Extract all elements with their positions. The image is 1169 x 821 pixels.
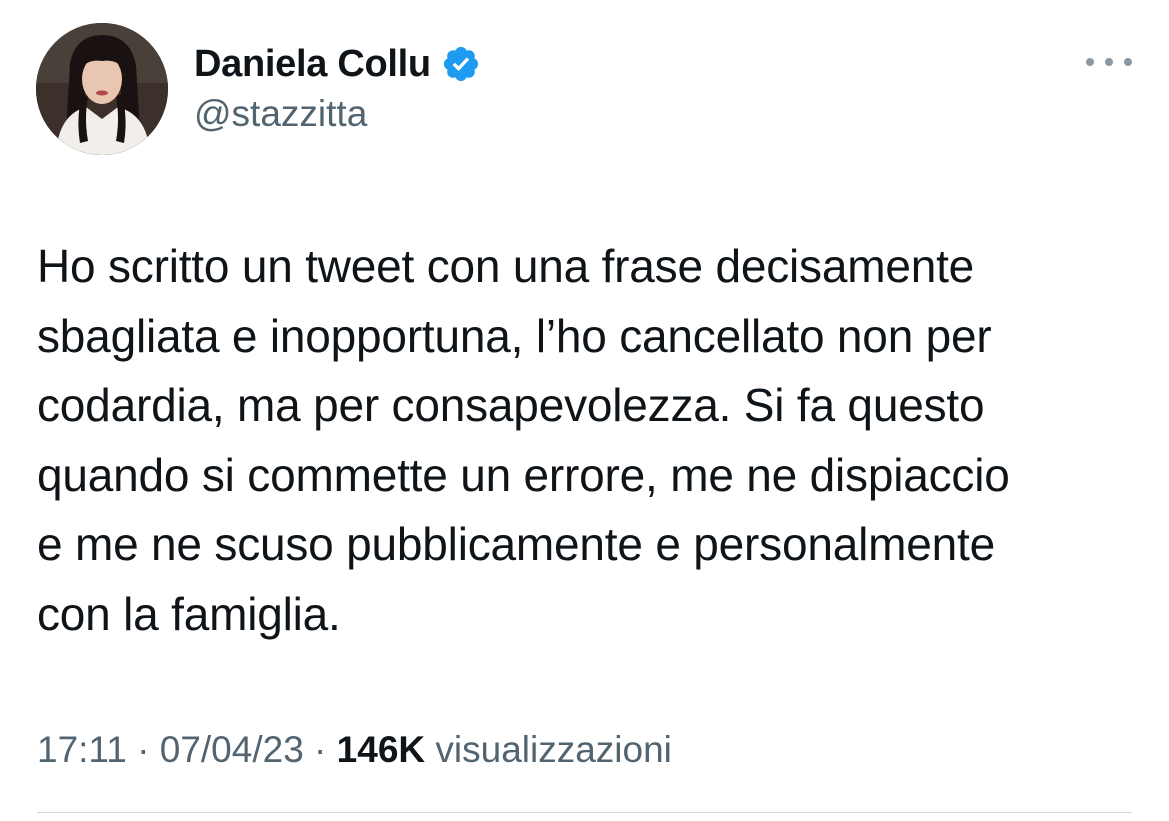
tweet-text-line: quando si commette un errore, me ne disp… <box>37 448 1010 501</box>
tweet-text-line: codardia, ma per consapevolezza. Si fa q… <box>37 379 985 431</box>
dot <box>1105 58 1113 66</box>
tweet-date[interactable]: 07/04/23 <box>160 729 304 770</box>
tweet-text-line: con la famiglia. <box>37 587 341 640</box>
tweet-text: Ho scritto un tweet con una frase decisa… <box>37 232 1147 649</box>
tweet-card: Daniela Collu @stazzitta Ho scritto un t… <box>0 0 1169 821</box>
dot <box>1086 58 1094 66</box>
more-horizontal-icon[interactable] <box>1086 50 1132 74</box>
verified-badge-icon <box>443 46 478 82</box>
tweet-meta: 17:11 · 07/04/23 · 146K visualizzazioni <box>37 725 672 775</box>
tweet-text-line: e me ne scuso pubblicamente e personalme… <box>37 518 995 570</box>
profile-photo-icon <box>36 23 168 155</box>
display-name[interactable]: Daniela Collu <box>194 45 431 83</box>
tweet-time[interactable]: 17:11 <box>37 729 127 770</box>
author-name-row[interactable]: Daniela Collu <box>194 40 481 88</box>
views-label[interactable]: visualizzazioni <box>425 729 672 770</box>
tweet-text-line: Ho scritto un tweet con una frase decisa… <box>37 240 975 292</box>
meta-separator: · <box>126 729 160 770</box>
meta-separator: · <box>303 729 337 770</box>
divider <box>37 812 1132 813</box>
dot <box>1124 58 1132 66</box>
views-count[interactable]: 146K <box>337 729 425 770</box>
tweet-text-line: sbagliata e inopportuna, l’ho cancellato… <box>37 309 992 362</box>
avatar[interactable] <box>36 23 168 155</box>
handle[interactable]: @stazzitta <box>194 93 367 135</box>
